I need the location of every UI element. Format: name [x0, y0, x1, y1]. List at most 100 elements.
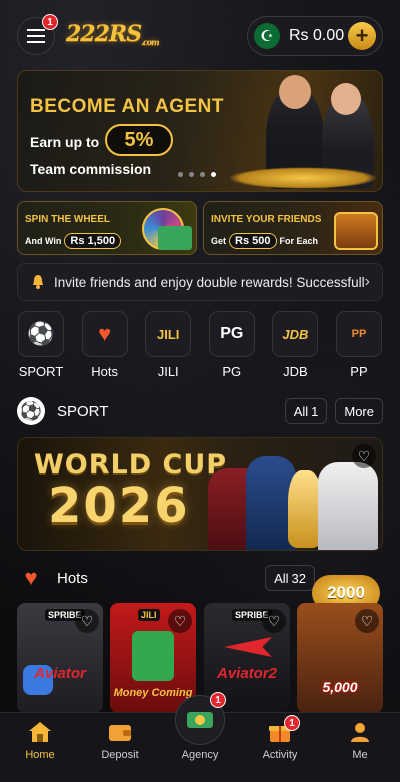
sport-section-header: ⚽ SPORT All 1 More [17, 396, 383, 426]
pg-logo-icon: PG [208, 311, 255, 357]
nav-me-label: Me [352, 749, 368, 761]
agent-banner[interactable]: BECOME AN AGENT Earn up to 5% Team commi… [17, 70, 383, 192]
deposit-plus-button[interactable]: + [348, 22, 376, 50]
game-name: Aviator [34, 665, 86, 682]
user-icon [346, 719, 374, 745]
category-sport[interactable]: ⚽ SPORT [17, 311, 65, 381]
spin-wheel-subtitle: And Win Rs 1,500 [25, 233, 122, 249]
soccer-ball-icon: ⚽ [18, 311, 64, 357]
menu-button[interactable]: 1 [17, 14, 58, 55]
bottom-nav: Home Deposit 1 Agency 1 Activity Me [0, 692, 400, 782]
invite-each: For Each [279, 236, 319, 246]
agent-banner-title: BECOME AN AGENT [30, 96, 224, 117]
gift-icon: 1 [266, 715, 300, 745]
spin-wheel-amount: Rs 1,500 [64, 233, 122, 249]
game-name: Money Coming [113, 687, 193, 699]
activity-badge: 1 [284, 715, 300, 731]
brand-logo[interactable]: 222RS.com [66, 21, 160, 47]
spin-wheel-promo[interactable]: SPIN THE WHEEL And Win Rs 1,500 [17, 201, 197, 255]
category-label: Hots [91, 364, 118, 379]
agent-woman-head [331, 83, 361, 115]
gold-coins-decoration [228, 167, 378, 189]
category-label: PG [222, 364, 242, 379]
nav-agency-button[interactable]: 1 [175, 692, 226, 745]
world-cup-title: WORLD CUP [34, 449, 228, 480]
favorite-heart-icon[interactable]: ♡ [262, 609, 286, 633]
agency-badge: 1 [210, 692, 226, 708]
carousel-dots[interactable] [178, 172, 216, 177]
world-cup-year: 2026 [48, 478, 190, 534]
invite-amount: Rs 500 [229, 233, 277, 249]
invite-friends-title: INVITE YOUR FRIENDS [211, 214, 322, 225]
sport-section-title: SPORT [57, 402, 109, 420]
favorite-heart-icon[interactable]: ♡ [75, 609, 99, 633]
nav-home-label: Home [25, 749, 55, 761]
pakistan-flag-icon: ☪ [254, 23, 280, 49]
wallet-icon [106, 719, 134, 745]
game-tile[interactable]: ♡ 5,000 [297, 603, 383, 713]
category-row: ⚽ SPORT ♥ Hots JILI JILI PG PG JDB JDB P… [17, 311, 383, 381]
player-illustration [318, 462, 378, 550]
notice-bar[interactable]: Invite friends and enjoy double rewards!… [17, 263, 383, 301]
nav-agency[interactable]: Agency [170, 749, 230, 761]
sport-all-button[interactable]: All 1 [284, 398, 328, 424]
nav-me[interactable]: Me [330, 719, 390, 761]
carousel-dot[interactable] [178, 172, 183, 177]
game-tile[interactable]: JILI ♡ Money Coming [110, 603, 196, 713]
balance-amount: Rs 0.00 [289, 27, 345, 44]
category-label: JILI [157, 364, 179, 379]
category-label: PP [350, 364, 368, 379]
agent-banner-team: Team commission [30, 161, 152, 177]
spin-wheel-title: SPIN THE WHEEL [25, 214, 111, 225]
soccer-ball-icon: ⚽ [17, 397, 45, 425]
category-pg[interactable]: PG PG [208, 311, 256, 381]
carousel-dot[interactable] [189, 172, 194, 177]
trophy-illustration [288, 470, 322, 548]
game-name: Aviator2 [216, 665, 278, 682]
favorite-heart-icon[interactable]: ♡ [355, 609, 379, 633]
game-tile[interactable]: SPRIBE ♡ Aviator [17, 603, 103, 713]
spin-wheel-and-win: And Win [25, 236, 62, 246]
notice-text: Invite friends and enjoy double rewards!… [54, 274, 365, 290]
invite-friends-promo[interactable]: INVITE YOUR FRIENDS Get Rs 500 For Each [203, 201, 383, 255]
invite-get: Get [211, 236, 227, 246]
category-pp[interactable]: PP PP [335, 311, 383, 381]
cash-stack-icon [158, 226, 192, 250]
world-cup-banner[interactable]: WORLD CUP 2026 ♡ [17, 437, 383, 551]
invite-friends-subtitle: Get Rs 500 For Each [211, 233, 318, 249]
menu-icon [27, 29, 45, 43]
balance-widget[interactable]: ☪ Rs 0.00 + [247, 16, 383, 56]
category-label: JDB [283, 364, 308, 379]
money-icon [132, 631, 174, 681]
category-jili[interactable]: JILI JILI [144, 311, 192, 381]
favorite-heart-icon[interactable]: ♡ [168, 609, 192, 633]
top-header: 1 222RS.com ☪ Rs 0.00 + [0, 12, 400, 58]
menu-badge: 1 [42, 14, 58, 30]
nav-activity-label: Activity [262, 749, 298, 761]
game-name: 5,000 [322, 679, 358, 695]
category-jdb[interactable]: JDB JDB [271, 311, 319, 381]
agent-man-head [279, 75, 311, 109]
nav-deposit-label: Deposit [101, 749, 139, 761]
chevron-right-icon[interactable]: › [365, 273, 370, 291]
jili-logo-icon: JILI [145, 311, 192, 357]
pp-logo-icon: PP [335, 311, 382, 357]
category-hots[interactable]: ♥ Hots [81, 311, 129, 381]
agent-banner-earn: Earn up to [30, 134, 100, 150]
commission-percent: 5% [105, 124, 173, 156]
category-label: SPORT [18, 364, 64, 379]
flame-heart-icon: ♥ [81, 311, 128, 357]
carousel-dot-active[interactable] [211, 172, 216, 177]
nav-deposit[interactable]: Deposit [90, 719, 150, 761]
sport-more-button[interactable]: More [335, 398, 383, 424]
treasure-chest-icon [334, 212, 378, 250]
plane-icon [224, 637, 272, 657]
nav-activity[interactable]: 1 Activity [250, 715, 310, 761]
nav-home[interactable]: Home [10, 719, 70, 761]
money-bundle-icon [187, 712, 213, 728]
nav-agency-label: Agency [181, 749, 219, 761]
game-provider-tag: JILI [138, 609, 160, 621]
carousel-dot[interactable] [200, 172, 205, 177]
hots-all-button[interactable]: All 32 [265, 565, 315, 591]
favorite-heart-icon[interactable]: ♡ [352, 444, 376, 468]
